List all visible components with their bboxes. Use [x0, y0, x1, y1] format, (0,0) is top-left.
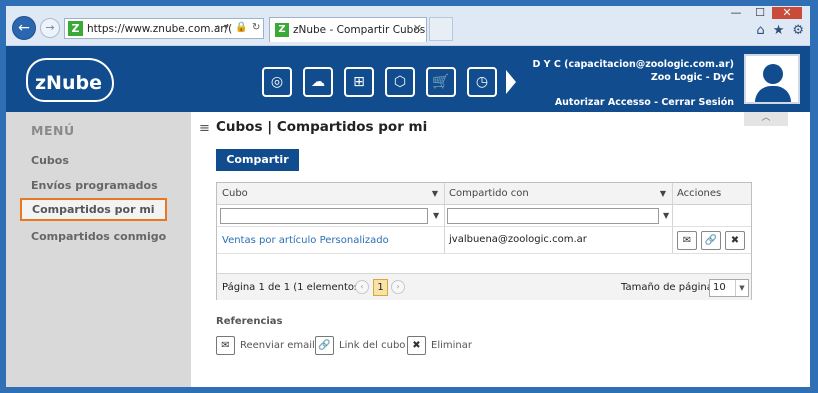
- delete-icon: ✖: [407, 336, 426, 355]
- new-tab-button[interactable]: [429, 17, 453, 41]
- back-icon[interactable]: ←: [12, 16, 36, 40]
- tab-favicon: Z: [275, 23, 289, 37]
- page-title: Cubos | Compartidos por mi: [216, 119, 428, 135]
- cubo-filter-input[interactable]: [220, 208, 428, 224]
- user-company: Zoo Logic - DyC: [650, 72, 734, 83]
- cloud-settings-icon[interactable]: ☁: [303, 67, 333, 97]
- shared-cubes-grid: Cubo ▼ Compartido con ▼ Acciones ▼ ▼ Ven…: [216, 182, 752, 300]
- reference-label: Link del cubo: [339, 340, 406, 351]
- prev-page-icon[interactable]: ‹: [355, 280, 369, 294]
- filter-icon[interactable]: ▼: [663, 211, 669, 220]
- lock-icon[interactable]: 🔒: [235, 22, 247, 33]
- filter-row: ▼ ▼: [217, 205, 751, 227]
- references-title: Referencias: [216, 316, 283, 327]
- avatar-head: [763, 64, 783, 84]
- window-controls: — ☐ ✕: [724, 6, 802, 19]
- address-url[interactable]: https://www.znube.com.ar/(: [87, 23, 232, 35]
- chevron-down-icon[interactable]: ▼: [735, 280, 748, 296]
- browser-window: ← → Z https://www.znube.com.ar/( ⌕ ▾ 🔒 ↻…: [6, 6, 810, 387]
- tab-close-icon[interactable]: ✕: [413, 22, 422, 35]
- app-header: zNube ◎ ☁ ⊞ ⬡ 🛒 ◷ D Y C (capacitacion@zo…: [6, 46, 810, 112]
- minimize-icon[interactable]: —: [724, 7, 748, 19]
- reference-label: Eliminar: [431, 340, 472, 351]
- cubo-link[interactable]: Ventas por artículo Personalizado: [222, 235, 389, 246]
- browser-icons: ⌂ ★ ⚙: [748, 23, 804, 38]
- column-header-cubo[interactable]: Cubo ▼: [217, 183, 444, 205]
- sidebar-item-compartidos-conmigo[interactable]: Compartidos conmigo: [31, 230, 166, 243]
- hamburger-icon[interactable]: ≡: [199, 121, 210, 136]
- address-bar[interactable]: Z https://www.znube.com.ar/( ⌕ ▾ 🔒 ↻: [64, 18, 264, 39]
- cube-icon[interactable]: ⬡: [385, 67, 415, 97]
- cube-link-icon[interactable]: 🔗: [701, 231, 721, 250]
- sidebar: MENÚ Cubos Envíos programados Compartido…: [6, 112, 191, 387]
- current-page[interactable]: 1: [373, 279, 388, 296]
- pivot-table-icon[interactable]: ⊞: [344, 67, 374, 97]
- page-size-select[interactable]: 10 ▼: [709, 279, 749, 297]
- next-page-icon[interactable]: ›: [391, 280, 405, 294]
- avatar[interactable]: [744, 54, 800, 104]
- main-content: ≡ Cubos | Compartidos por mi ︿ Compartir…: [191, 112, 810, 387]
- search-dropdown-icon[interactable]: ⌕ ▾: [215, 22, 229, 33]
- refresh-icon[interactable]: ↻: [252, 22, 260, 33]
- reference-label: Reenviar email: [240, 340, 315, 351]
- filter-icon[interactable]: ▼: [432, 183, 438, 204]
- sidebar-item-cubos[interactable]: Cubos: [31, 154, 69, 167]
- window-close-icon[interactable]: ✕: [772, 7, 802, 19]
- pager-info: Página 1 de 1 (1 elementos): [222, 282, 364, 293]
- filter-icon[interactable]: ▼: [660, 183, 666, 204]
- collapse-chevron-icon[interactable]: ︿: [744, 112, 788, 126]
- page-size-label: Tamaño de página:: [621, 282, 717, 293]
- browser-toolbar: ← → Z https://www.znube.com.ar/( ⌕ ▾ 🔒 ↻…: [6, 6, 810, 46]
- shopping-cart-icon[interactable]: 🛒: [426, 67, 456, 97]
- delete-icon[interactable]: ✖: [725, 231, 745, 250]
- page-size-value: 10: [713, 282, 726, 293]
- user-links[interactable]: Autorizar Accesso - Cerrar Sesión: [532, 96, 734, 109]
- tab-title: zNube - Compartir Cubos: [293, 24, 426, 36]
- site-favicon: Z: [68, 21, 83, 36]
- user-email: D Y C (capacitacion@zoologic.com.ar): [532, 59, 734, 70]
- shared-with-email: jvalbuena@zoologic.com.ar: [449, 234, 587, 245]
- logo-text: zNube: [35, 72, 102, 94]
- clock-icon[interactable]: ◷: [467, 67, 497, 97]
- resend-email-icon[interactable]: ✉: [677, 231, 697, 250]
- sidebar-item-envios-programados[interactable]: Envíos programados: [31, 179, 158, 192]
- next-arrow-icon[interactable]: [506, 70, 516, 94]
- favorites-star-icon[interactable]: ★: [773, 23, 785, 38]
- maximize-icon[interactable]: ☐: [748, 7, 772, 19]
- filter-icon[interactable]: ▼: [433, 211, 439, 220]
- share-button[interactable]: Compartir: [216, 149, 299, 171]
- home-icon[interactable]: ⌂: [756, 23, 764, 38]
- table-row: Ventas por artículo Personalizado jvalbu…: [217, 227, 751, 254]
- column-header-label: Acciones: [677, 188, 722, 199]
- column-header-label: Cubo: [222, 188, 248, 199]
- menu-title: MENÚ: [31, 123, 75, 138]
- compartido-filter-input[interactable]: [447, 208, 659, 224]
- column-header-label: Compartido con: [449, 188, 529, 199]
- sidebar-item-compartidos-por-mi[interactable]: Compartidos por mi: [20, 198, 167, 221]
- avatar-body: [755, 86, 791, 102]
- column-header-compartido-con[interactable]: Compartido con ▼: [444, 183, 672, 205]
- cube-link-icon: 🔗: [315, 336, 334, 355]
- pager: Página 1 de 1 (1 elementos) ‹ 1 › Tamaño…: [217, 273, 751, 300]
- user-info: D Y C (capacitacion@zoologic.com.ar) Zoo…: [532, 58, 734, 109]
- settings-gear-icon[interactable]: ⚙: [792, 23, 804, 38]
- znube-logo[interactable]: zNube: [26, 58, 116, 102]
- forward-icon[interactable]: →: [40, 18, 60, 38]
- browser-tab[interactable]: Z zNube - Compartir Cubos ✕: [269, 17, 427, 42]
- resend-email-icon: ✉: [216, 336, 235, 355]
- column-header-acciones: Acciones: [672, 183, 751, 205]
- dashboard-icon[interactable]: ◎: [262, 67, 292, 97]
